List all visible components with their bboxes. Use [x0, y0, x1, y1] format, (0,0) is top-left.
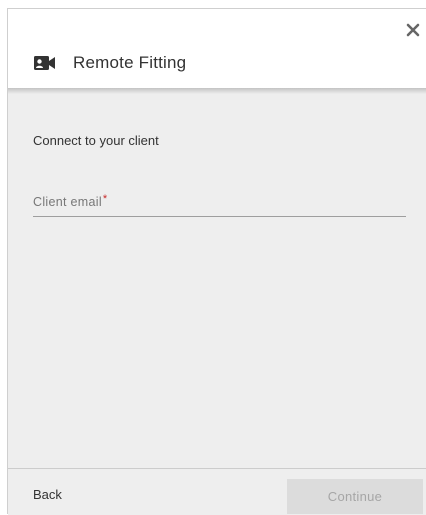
continue-button[interactable]: Continue	[287, 479, 423, 514]
video-camera-icon	[33, 54, 57, 72]
dialog-body: Connect to your client Client email*	[8, 88, 426, 468]
dialog-subtitle: Connect to your client	[33, 133, 159, 148]
dialog-title: Remote Fitting	[73, 53, 187, 72]
dialog-header: Remote Fitting	[8, 9, 426, 88]
client-email-underline	[33, 216, 406, 217]
header-shadow	[8, 88, 426, 94]
title-row: Remote Fitting	[33, 51, 186, 75]
close-icon[interactable]	[404, 21, 422, 39]
back-button[interactable]: Back	[33, 487, 62, 502]
client-email-input[interactable]	[33, 193, 406, 213]
client-email-field[interactable]: Client email*	[33, 193, 406, 219]
dialog-footer: Back Continue	[8, 468, 426, 515]
remote-fitting-dialog: Remote Fitting Connect to your client Cl…	[7, 8, 426, 515]
